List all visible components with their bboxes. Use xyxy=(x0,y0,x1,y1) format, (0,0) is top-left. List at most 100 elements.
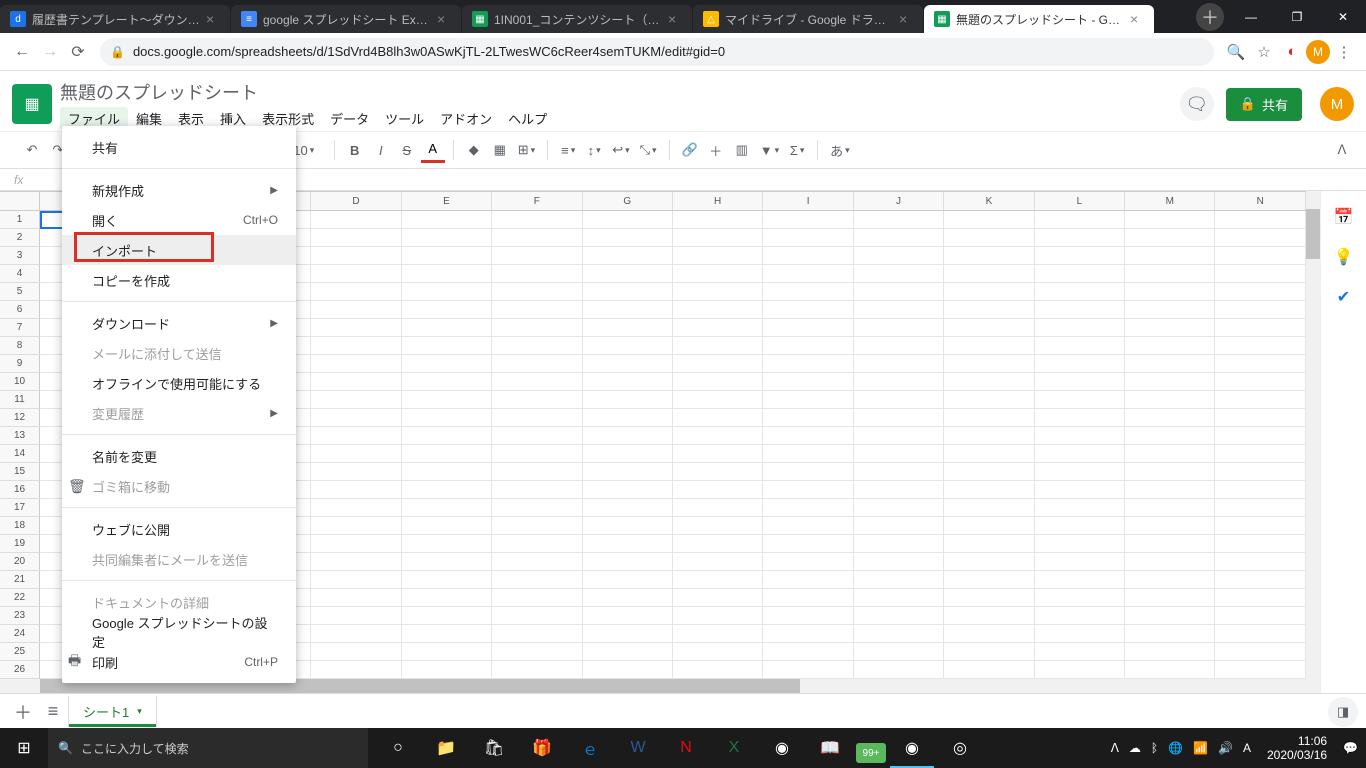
cell[interactable] xyxy=(854,427,944,445)
bookmark-star-icon[interactable]: ☆ xyxy=(1250,38,1278,66)
cell[interactable] xyxy=(1035,337,1125,355)
share-button[interactable]: 🔒 共有 xyxy=(1226,88,1302,121)
cell[interactable] xyxy=(583,337,673,355)
cell[interactable] xyxy=(583,463,673,481)
cell[interactable] xyxy=(492,661,582,679)
cell[interactable] xyxy=(763,211,853,229)
network-icon[interactable]: 🌐 xyxy=(1168,741,1183,755)
row-header[interactable]: 16 xyxy=(0,481,40,499)
column-header[interactable]: D xyxy=(311,192,401,210)
cell[interactable] xyxy=(1125,391,1215,409)
cell[interactable] xyxy=(1125,301,1215,319)
cell[interactable] xyxy=(673,643,763,661)
cell[interactable] xyxy=(1035,409,1125,427)
cell[interactable] xyxy=(1035,535,1125,553)
collapse-toolbar-button[interactable]: ᐱ xyxy=(1330,137,1354,163)
cell[interactable] xyxy=(763,643,853,661)
cell[interactable] xyxy=(492,481,582,499)
select-all-corner[interactable] xyxy=(0,191,40,211)
cell[interactable] xyxy=(583,247,673,265)
cell[interactable] xyxy=(854,211,944,229)
cell[interactable] xyxy=(673,625,763,643)
menu-download[interactable]: ダウンロード▶ xyxy=(62,308,296,338)
taskbar-clock[interactable]: 11:06 2020/03/16 xyxy=(1261,734,1333,762)
cell[interactable] xyxy=(944,427,1034,445)
column-header[interactable]: F xyxy=(492,192,582,210)
cell[interactable] xyxy=(311,499,401,517)
cell[interactable] xyxy=(854,229,944,247)
row-header[interactable]: 10 xyxy=(0,373,40,391)
cell[interactable] xyxy=(673,463,763,481)
cell[interactable] xyxy=(763,247,853,265)
cell[interactable] xyxy=(673,481,763,499)
cell[interactable] xyxy=(944,301,1034,319)
cell[interactable] xyxy=(402,589,492,607)
cell[interactable] xyxy=(583,319,673,337)
cell[interactable] xyxy=(1125,319,1215,337)
cell[interactable] xyxy=(402,643,492,661)
cell[interactable] xyxy=(583,499,673,517)
cell[interactable] xyxy=(583,517,673,535)
cell[interactable] xyxy=(944,589,1034,607)
chrome-icon[interactable]: ◉ xyxy=(760,728,804,768)
cell[interactable] xyxy=(854,247,944,265)
cell[interactable] xyxy=(1215,409,1305,427)
cell[interactable] xyxy=(1035,373,1125,391)
cell[interactable] xyxy=(402,337,492,355)
cell[interactable] xyxy=(854,499,944,517)
cell[interactable] xyxy=(944,499,1034,517)
cell[interactable] xyxy=(311,589,401,607)
cell[interactable] xyxy=(854,661,944,679)
row-header[interactable]: 25 xyxy=(0,643,40,661)
window-maximize[interactable]: ❐ xyxy=(1274,0,1320,33)
menu-open[interactable]: 開くCtrl+O xyxy=(62,205,296,235)
cell[interactable] xyxy=(1215,265,1305,283)
cell[interactable] xyxy=(583,427,673,445)
all-sheets-button[interactable]: ≡ xyxy=(38,701,68,722)
cell[interactable] xyxy=(1215,517,1305,535)
cell[interactable] xyxy=(311,247,401,265)
cell[interactable] xyxy=(1035,625,1125,643)
filter-button[interactable]: ▼▾ xyxy=(756,137,783,163)
scrollbar-thumb[interactable] xyxy=(1306,209,1320,259)
borders-button[interactable]: ▦ xyxy=(488,137,512,163)
cell[interactable] xyxy=(763,373,853,391)
insert-link-button[interactable]: 🔗 xyxy=(678,137,702,163)
row-header[interactable]: 20 xyxy=(0,553,40,571)
cell[interactable] xyxy=(1125,481,1215,499)
cell[interactable] xyxy=(763,481,853,499)
column-header[interactable]: L xyxy=(1035,192,1125,210)
cell[interactable] xyxy=(944,553,1034,571)
cell[interactable] xyxy=(492,463,582,481)
cell[interactable] xyxy=(763,535,853,553)
cell[interactable] xyxy=(1035,481,1125,499)
cell[interactable] xyxy=(1035,427,1125,445)
cell[interactable] xyxy=(673,229,763,247)
cell[interactable] xyxy=(1125,283,1215,301)
row-header[interactable]: 3 xyxy=(0,247,40,265)
column-header[interactable]: I xyxy=(763,192,853,210)
cortana-icon[interactable]: ○ xyxy=(376,728,420,768)
row-header[interactable]: 13 xyxy=(0,427,40,445)
cell[interactable] xyxy=(311,445,401,463)
cell[interactable] xyxy=(311,427,401,445)
row-header[interactable]: 14 xyxy=(0,445,40,463)
cell[interactable] xyxy=(673,445,763,463)
cell[interactable] xyxy=(1215,553,1305,571)
cell[interactable] xyxy=(311,643,401,661)
column-header[interactable]: H xyxy=(673,192,763,210)
cell[interactable] xyxy=(763,265,853,283)
calendar-icon[interactable]: 📅 xyxy=(1332,205,1356,229)
cell[interactable] xyxy=(492,553,582,571)
word-icon[interactable]: W xyxy=(616,728,660,768)
cell[interactable] xyxy=(854,319,944,337)
cell[interactable] xyxy=(673,265,763,283)
cell[interactable] xyxy=(311,355,401,373)
column-header[interactable]: M xyxy=(1125,192,1215,210)
menu-new[interactable]: 新規作成▶ xyxy=(62,175,296,205)
system-tray[interactable]: ᐱ ☁ ᛒ 🌐 📶 🔊 A 11:06 2020/03/16 💬 xyxy=(1103,734,1366,762)
cell[interactable] xyxy=(673,517,763,535)
cell[interactable] xyxy=(944,409,1034,427)
cell[interactable] xyxy=(402,409,492,427)
cell[interactable] xyxy=(1215,391,1305,409)
